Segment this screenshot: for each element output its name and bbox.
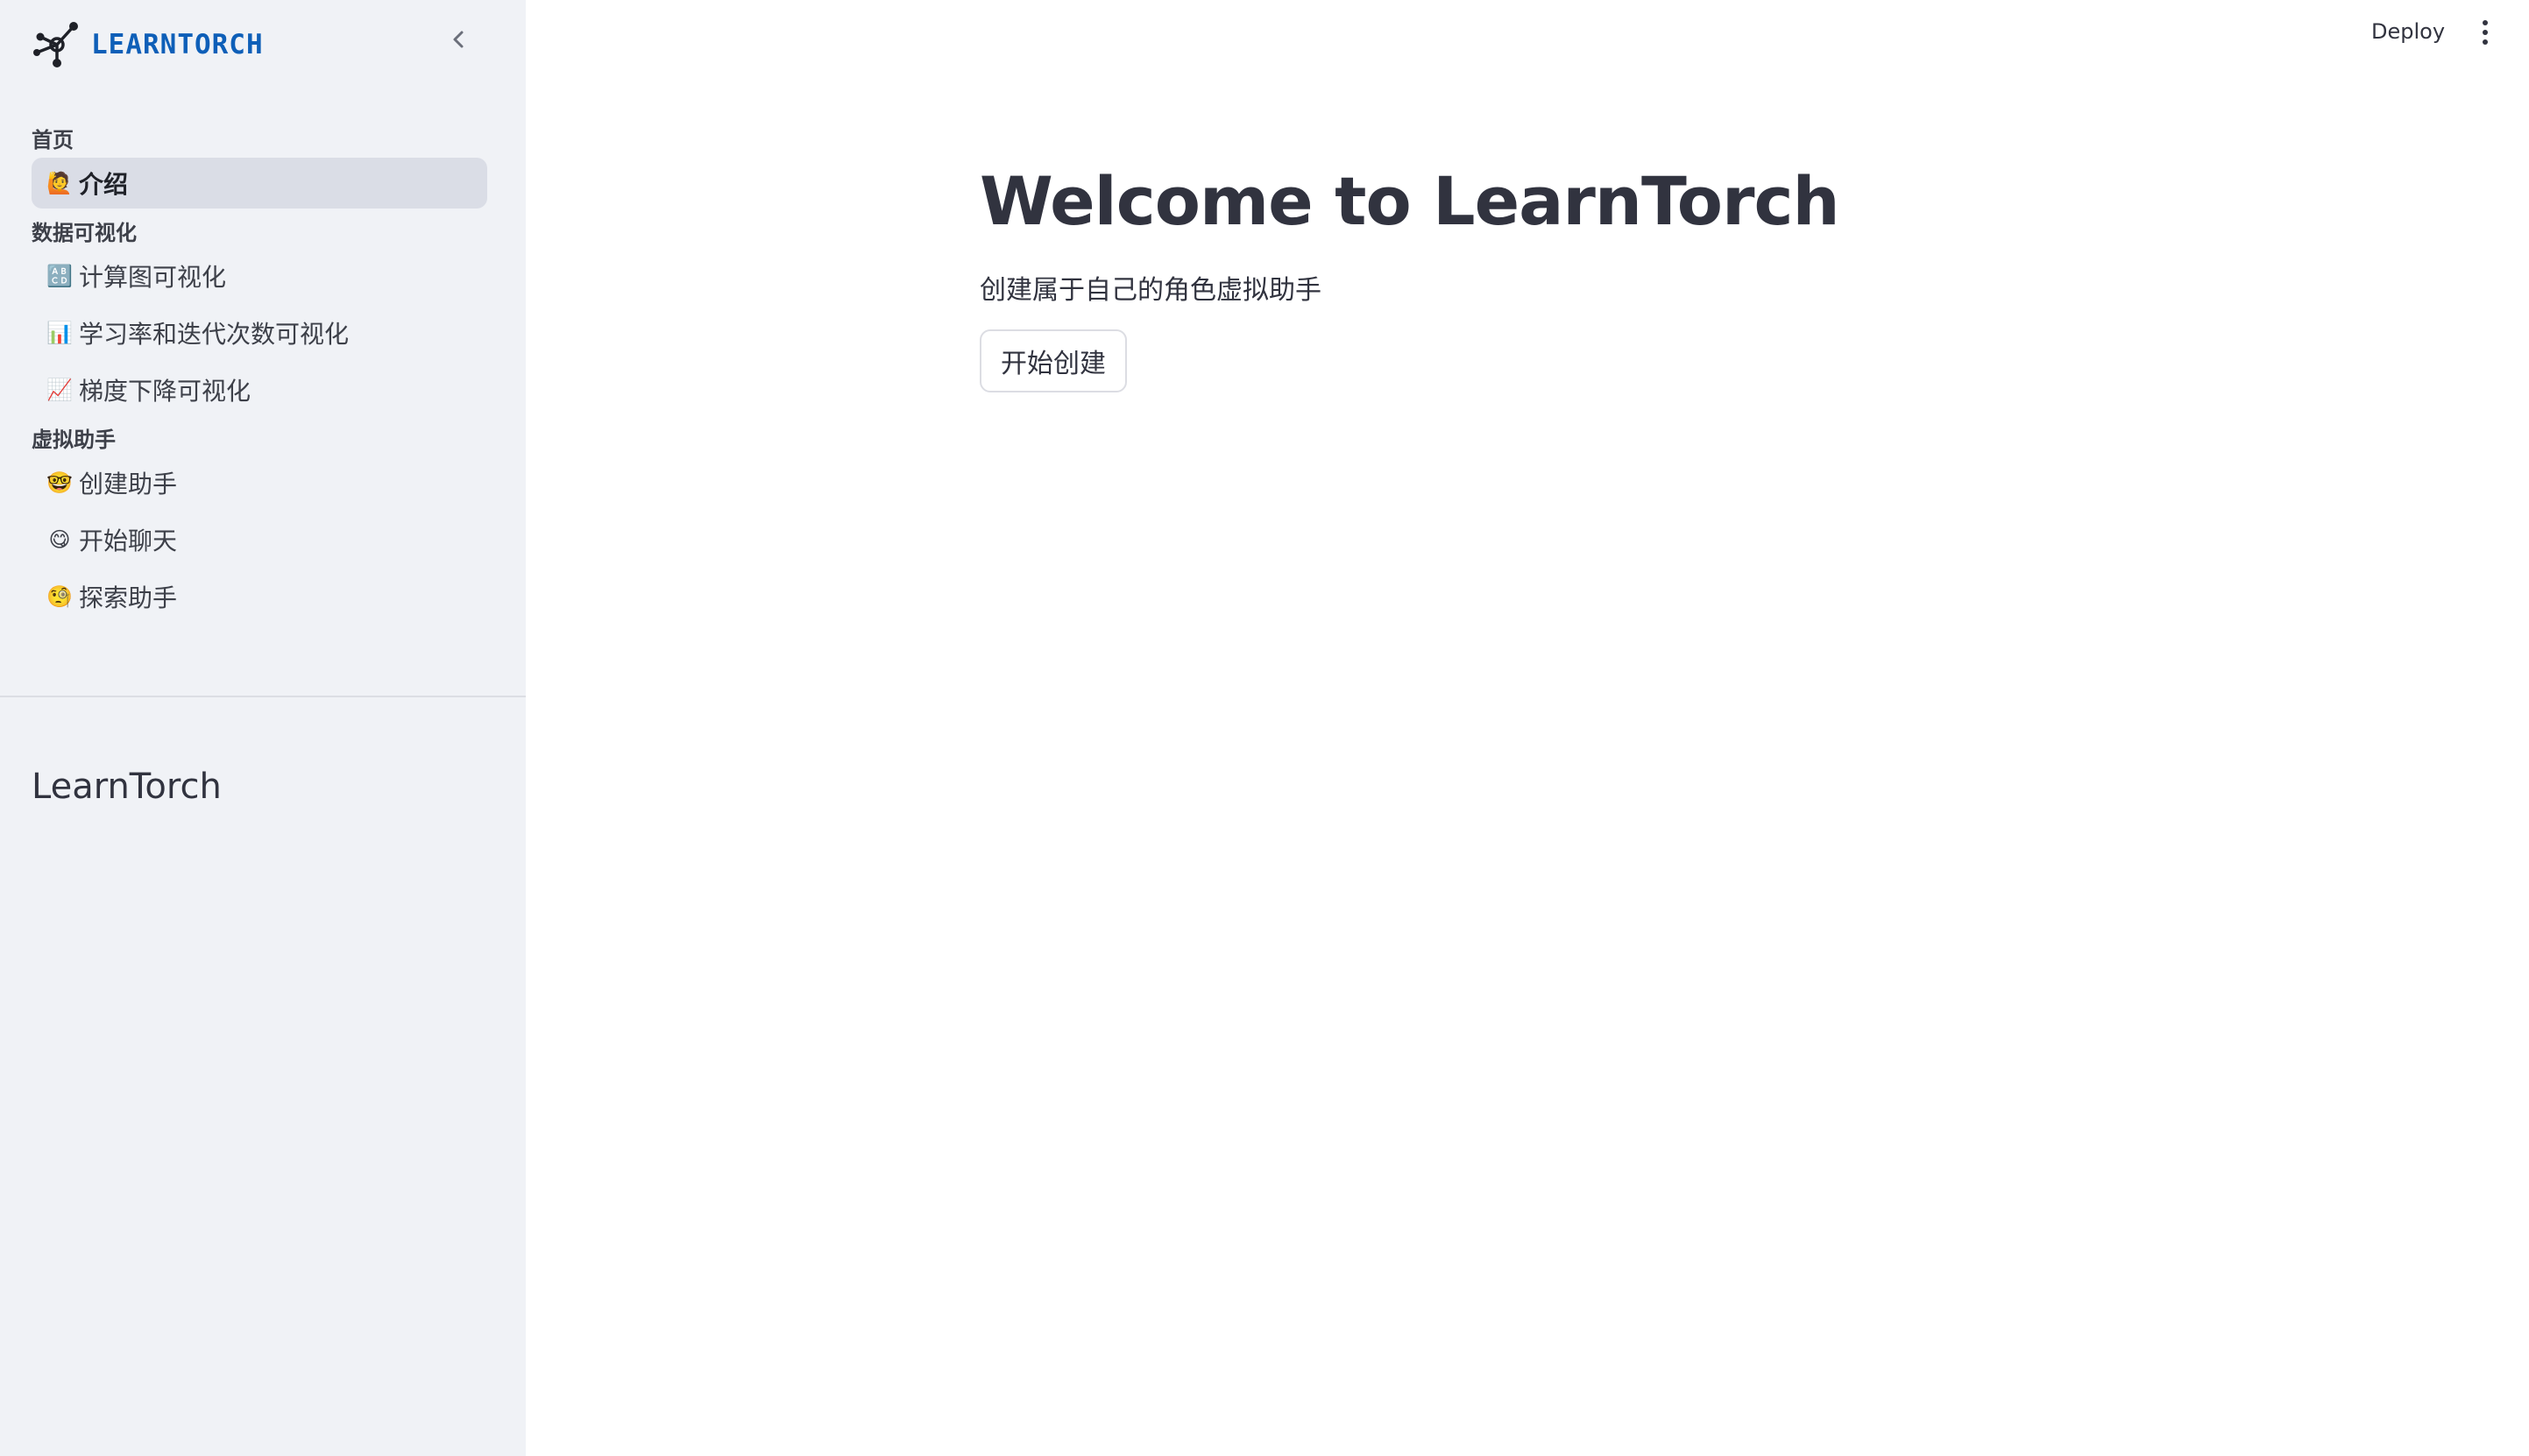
sidebar-nav: 首页 🙋 介绍 数据可视化 🔠 计算图可视化 📊 学习率和迭代次数可视化 📈 梯… xyxy=(32,123,487,628)
sidebar: LEARNTORCH 首页 🙋 介绍 数据可视化 🔠 计算图可视化 📊 学习率和… xyxy=(0,0,526,1456)
sidebar-item-explore-assistant[interactable]: 🧐 探索助手 xyxy=(32,571,487,622)
deploy-button[interactable]: Deploy xyxy=(2366,16,2450,47)
person-raising-hand-icon: 🙋 xyxy=(46,171,73,195)
kebab-dot-icon xyxy=(2483,39,2488,45)
sidebar-divider xyxy=(0,696,526,697)
start-create-button[interactable]: 开始创建 xyxy=(980,329,1127,392)
nav-header-virtual-assistant: 虚拟助手 xyxy=(32,428,116,452)
brand-logo[interactable]: LEARNTORCH xyxy=(32,19,264,70)
sidebar-item-label: 探索助手 xyxy=(79,583,178,612)
line-chart-icon: 📈 xyxy=(46,378,73,402)
nav-header-data-visualization: 数据可视化 xyxy=(32,221,137,245)
sidebar-item-gradient-descent[interactable]: 📈 梯度下降可视化 xyxy=(32,364,487,415)
network-logo-icon xyxy=(33,22,78,67)
collapse-sidebar-button[interactable] xyxy=(443,25,473,54)
main-menu-button[interactable] xyxy=(2473,18,2497,47)
sidebar-item-start-chat[interactable]: 😋 开始聊天 xyxy=(32,514,487,565)
sidebar-item-learning-rate[interactable]: 📊 学习率和迭代次数可视化 xyxy=(32,307,487,358)
kebab-dot-icon xyxy=(2483,30,2488,35)
sidebar-item-label: 梯度下降可视化 xyxy=(79,377,251,406)
bar-chart-icon: 📊 xyxy=(46,321,73,345)
sidebar-item-label: 开始聊天 xyxy=(79,527,178,555)
sidebar-item-label: 介绍 xyxy=(79,170,129,199)
sidebar-footer-title: LearnTorch xyxy=(32,767,222,807)
nerd-face-icon: 🤓 xyxy=(46,470,73,495)
brand-name: LEARNTORCH xyxy=(91,29,264,60)
nav-header-home: 首页 xyxy=(32,128,74,152)
sidebar-item-label: 计算图可视化 xyxy=(79,263,227,292)
page-subtitle: 创建属于自己的角色虚拟助手 xyxy=(980,275,1321,306)
kebab-dot-icon xyxy=(2483,20,2488,25)
abcd-icon: 🔠 xyxy=(46,264,73,288)
sidebar-item-intro[interactable]: 🙋 介绍 xyxy=(32,158,487,209)
main-content: Welcome to LearnTorch 创建属于自己的角色虚拟助手 开始创建 xyxy=(980,158,2382,392)
chevron-left-icon xyxy=(453,31,464,48)
page-title: Welcome to LearnTorch xyxy=(980,162,1840,240)
sidebar-item-create-assistant[interactable]: 🤓 创建助手 xyxy=(32,457,487,508)
sidebar-item-computation-graph[interactable]: 🔠 计算图可视化 xyxy=(32,251,487,301)
sidebar-item-label: 学习率和迭代次数可视化 xyxy=(79,320,350,349)
monocle-face-icon: 🧐 xyxy=(46,584,73,609)
sidebar-item-label: 创建助手 xyxy=(79,470,178,498)
app-root: LEARNTORCH 首页 🙋 介绍 数据可视化 🔠 计算图可视化 📊 学习率和… xyxy=(0,0,2529,1456)
yum-face-icon: 😋 xyxy=(48,527,71,552)
